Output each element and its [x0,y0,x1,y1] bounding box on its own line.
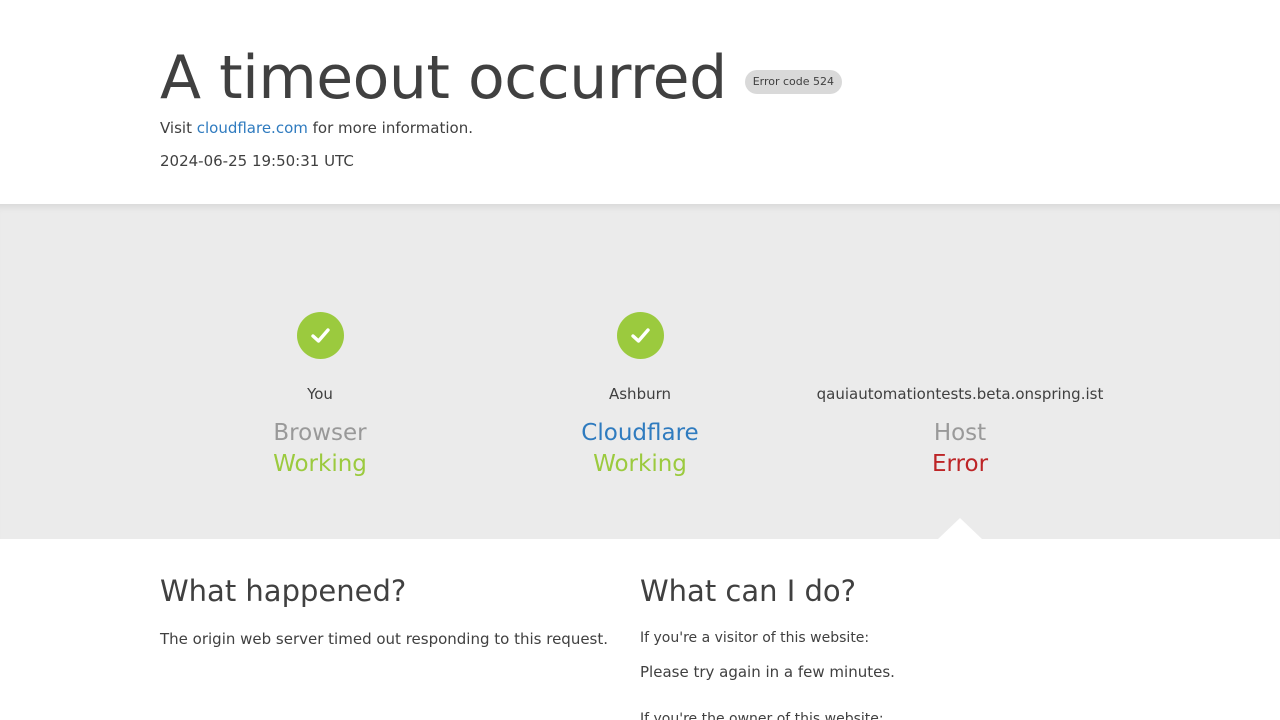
error-code-badge: Error code 524 [744,70,843,94]
status-band: You Browser Working Ashburn Cloudflare W… [0,204,1280,539]
page-title: A timeout occurred [160,43,727,113]
location-label: Ashburn [608,385,672,403]
status-column-cloudflare: Ashburn Cloudflare Working [480,204,800,539]
status-text: Working [593,451,687,477]
status-text: Error [931,451,989,477]
visit-suffix: for more information. [307,119,473,137]
info-section: What happened? The origin web server tim… [0,539,1280,720]
entity-label: Browser [273,420,367,446]
check-icon [617,312,664,359]
cloudflare-link[interactable]: cloudflare.com [197,119,308,137]
what-happened-heading: What happened? [160,574,407,608]
visit-line: Visit cloudflare.com for more informatio… [160,118,473,138]
status-text: Working [273,451,367,477]
status-column-host: qauiautomationtests.beta.onspring.ist Ho… [800,204,1120,539]
title-row: A timeout occurred Error code 524 [160,43,843,113]
what-happened-text: The origin web server timed out respondi… [160,630,609,648]
location-label: You [307,385,333,403]
error-pointer [938,518,982,539]
check-icon [297,312,344,359]
location-label: qauiautomationtests.beta.onspring.ist [816,385,1104,403]
page-header: A timeout occurred Error code 524 Visit … [0,0,1280,204]
what-can-i-do-heading: What can I do? [640,574,857,608]
visitor-label: If you're a visitor of this website: [640,630,870,646]
cloudflare-entity-link[interactable]: Cloudflare [480,418,800,448]
visitor-text: Please try again in a few minutes. [640,663,895,681]
status-column-browser: You Browser Working [160,204,480,539]
timestamp: 2024-06-25 19:50:31 UTC [160,152,354,170]
owner-label: If you're the owner of this website: [640,711,884,720]
entity-label: Host [933,420,987,446]
visit-prefix: Visit [160,119,197,137]
